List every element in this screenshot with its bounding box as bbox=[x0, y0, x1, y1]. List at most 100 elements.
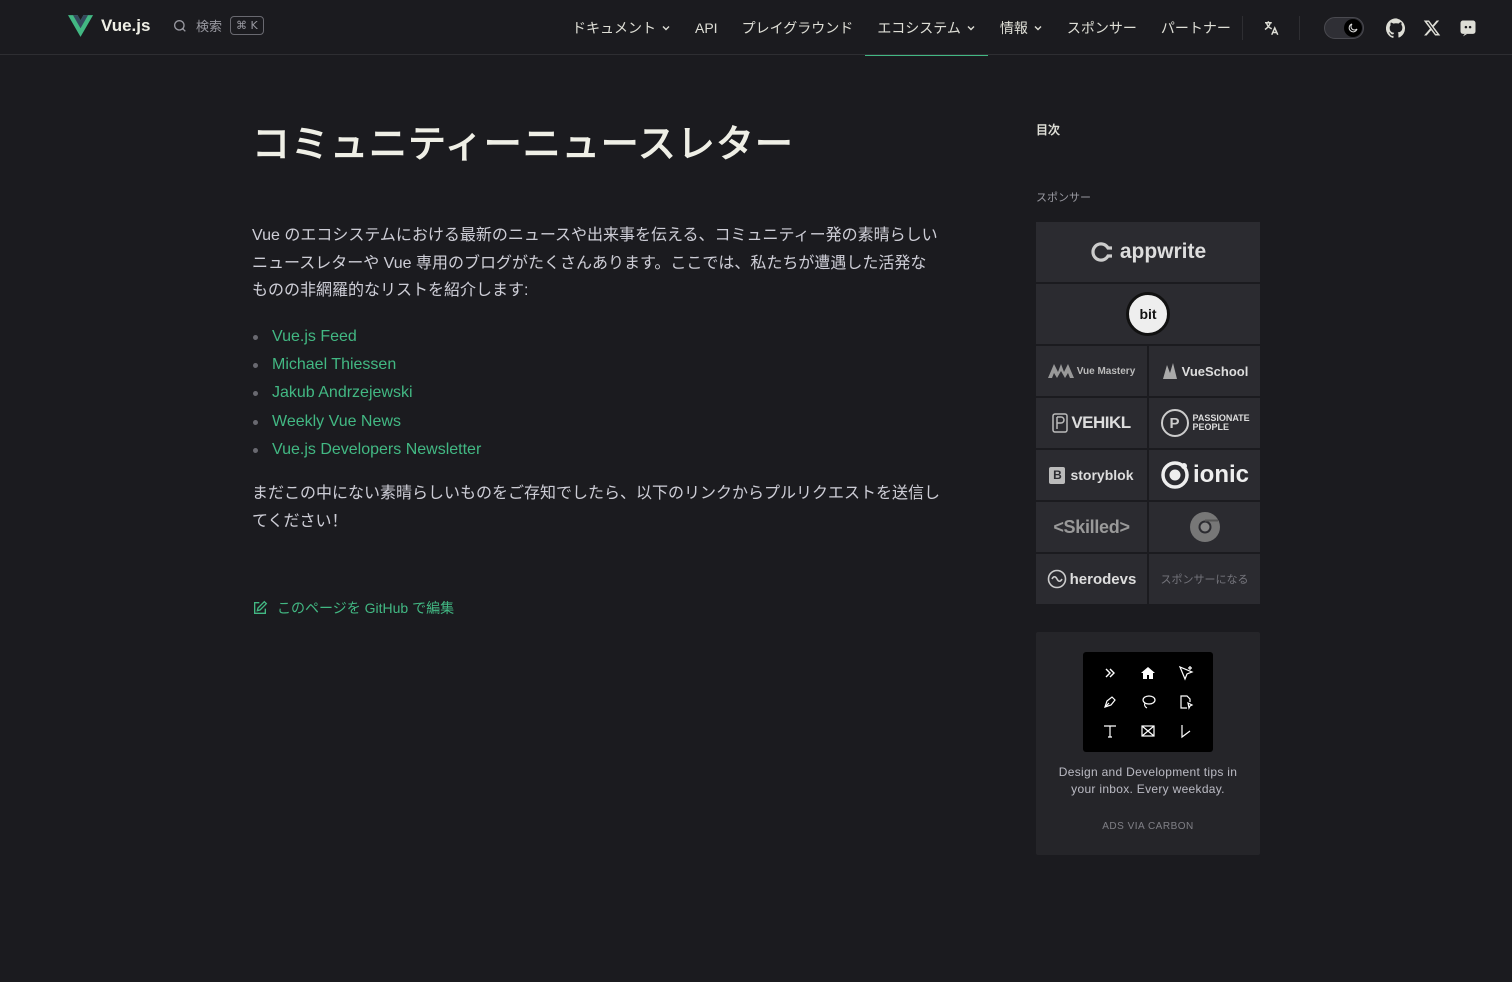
newsletter-list: Vue.js Feed Michael Thiessen Jakub Andrz… bbox=[252, 323, 942, 465]
nav-item-sponsor[interactable]: スポンサー bbox=[1055, 0, 1149, 55]
sponsor-label: herodevs bbox=[1069, 570, 1137, 588]
translate-icon bbox=[1264, 20, 1279, 35]
sponsor-label: VueSchool bbox=[1181, 363, 1249, 379]
nav-menu: ドキュメント API プレイグラウンド エコシステム 情報 スポンサー パートナ… bbox=[560, 0, 1243, 56]
chevrons-right-icon bbox=[1091, 658, 1129, 687]
discord-link[interactable] bbox=[1450, 10, 1486, 46]
chevron-down-icon bbox=[967, 25, 975, 30]
nav-item-docs[interactable]: ドキュメント bbox=[560, 0, 683, 55]
sponsor-skilled[interactable]: <Skilled> bbox=[1036, 502, 1147, 552]
sponsor-label: PASSIONATE PEOPLE bbox=[1192, 413, 1250, 432]
ionic-logo-icon bbox=[1161, 461, 1189, 489]
list-item: Michael Thiessen bbox=[252, 351, 942, 379]
appwrite-logo-icon bbox=[1091, 242, 1112, 262]
sponsor-label: appwrite bbox=[1119, 240, 1207, 263]
sponsor-chrome[interactable] bbox=[1149, 502, 1260, 552]
chevron-down-icon bbox=[662, 25, 670, 30]
toc-title: 目次 bbox=[1036, 123, 1061, 137]
sponsor-label: bit bbox=[1139, 306, 1157, 322]
list-item: Weekly Vue News bbox=[252, 408, 942, 436]
sponsor-vehikl[interactable]: VEHIKL bbox=[1036, 398, 1147, 448]
nav-divider bbox=[1242, 15, 1243, 40]
search-icon bbox=[174, 19, 186, 32]
nav-right-tools bbox=[1232, 0, 1486, 55]
angle-tool-icon bbox=[1167, 717, 1205, 746]
nav-item-label: スポンサー bbox=[1066, 19, 1137, 36]
edit-on-github-link[interactable]: このページを GitHub で編集 bbox=[252, 598, 942, 618]
sponsor-vue-mastery[interactable]: Vue Mastery bbox=[1036, 346, 1147, 396]
become-sponsor-label: スポンサーになる bbox=[1160, 574, 1249, 586]
sponsor-label: storyblok bbox=[1070, 467, 1134, 483]
vehikl-logo-icon bbox=[1052, 413, 1069, 433]
sponsor-passionate-people[interactable]: P PASSIONATE PEOPLE bbox=[1149, 398, 1260, 448]
lasso-icon bbox=[1129, 687, 1167, 716]
vue-logo-icon bbox=[68, 15, 93, 37]
nav-item-api[interactable]: API bbox=[683, 0, 730, 55]
link-vuejs-feed[interactable]: Vue.js Feed bbox=[272, 328, 357, 346]
translate-button[interactable] bbox=[1253, 10, 1289, 46]
become-sponsor-link[interactable]: スポンサーになる bbox=[1149, 554, 1260, 604]
top-nav: Vue.js 検索 ⌘ K ドキュメント API プレイグラウンド エコシステム… bbox=[0, 0, 1512, 56]
link-jakub-andrzejewski[interactable]: Jakub Andrzejewski bbox=[272, 384, 413, 402]
sponsor-herodevs[interactable]: herodevs bbox=[1036, 554, 1147, 604]
discord-icon bbox=[1460, 20, 1476, 36]
list-item: Vue.js Feed bbox=[252, 323, 942, 351]
sponsor-grid: appwrite bit Vue Mastery VueSchool VEHIK… bbox=[1036, 222, 1260, 604]
sponsor-bit[interactable]: bit bbox=[1036, 284, 1260, 344]
nav-item-label: エコシステム bbox=[877, 19, 961, 36]
github-link[interactable] bbox=[1378, 10, 1414, 46]
herodevs-logo-icon bbox=[1047, 569, 1066, 589]
nav-item-about[interactable]: 情報 bbox=[988, 0, 1055, 55]
nav-item-label: プレイグラウンド bbox=[741, 19, 854, 36]
nav-item-label: 情報 bbox=[999, 19, 1028, 36]
logo-text: Vue.js bbox=[101, 16, 151, 35]
nav-item-label: ドキュメント bbox=[572, 19, 656, 36]
ad-via-carbon[interactable]: ADS VIA CARBON bbox=[1036, 821, 1260, 832]
nav-item-label: パートナー bbox=[1160, 19, 1231, 36]
nav-divider bbox=[1299, 15, 1300, 40]
sponsor-ionic[interactable]: ionic bbox=[1149, 450, 1260, 500]
sponsor-label: Vue Mastery bbox=[1076, 365, 1136, 377]
nav-item-label: API bbox=[695, 19, 718, 36]
page-title: コミュニティーニュースレター bbox=[252, 124, 794, 166]
toggle-knob bbox=[1344, 18, 1362, 37]
outro-paragraph: まだこの中にない素晴らしいものをご存知でしたら、以下のリンクからプルリクエストを… bbox=[252, 485, 941, 531]
link-vuejs-developers-newsletter[interactable]: Vue.js Developers Newsletter bbox=[272, 441, 481, 459]
ad-text: Design and Development tips in your inbo… bbox=[1058, 765, 1238, 796]
link-michael-thiessen[interactable]: Michael Thiessen bbox=[272, 356, 396, 374]
nav-item-partners[interactable]: パートナー bbox=[1149, 0, 1243, 55]
link-weekly-vue-news[interactable]: Weekly Vue News bbox=[272, 413, 401, 431]
intro-paragraph: Vue のエコシステムにおける最新のニュースや出来事を伝える、コミュニティー発の… bbox=[252, 227, 938, 299]
sponsor-storyblok[interactable]: B storyblok bbox=[1036, 450, 1147, 500]
nav-item-ecosystem[interactable]: エコシステム bbox=[865, 0, 988, 56]
nav-item-playground[interactable]: プレイグラウンド bbox=[730, 0, 866, 55]
carbon-ad[interactable]: Design and Development tips in your inbo… bbox=[1036, 632, 1260, 855]
search-label: 検索 bbox=[196, 19, 223, 34]
sponsor-vue-school[interactable]: VueSchool bbox=[1149, 346, 1260, 396]
bit-logo: bit bbox=[1126, 292, 1170, 336]
sponsor-appwrite[interactable]: appwrite bbox=[1036, 222, 1260, 282]
edit-icon bbox=[254, 601, 268, 615]
search-shortcut: ⌘ K bbox=[230, 16, 264, 35]
right-aside: 目次 スポンサー appwrite bit Vue Mastery VueSch… bbox=[1036, 120, 1260, 855]
x-link[interactable] bbox=[1414, 10, 1450, 46]
ad-image bbox=[1083, 652, 1213, 752]
frame-icon bbox=[1129, 717, 1167, 746]
file-cursor-icon bbox=[1167, 687, 1205, 716]
pen-tool-icon bbox=[1091, 687, 1129, 716]
sponsor-label: <Skilled> bbox=[1053, 516, 1130, 537]
chevron-down-icon bbox=[1034, 25, 1042, 30]
sponsor-label: ionic bbox=[1192, 461, 1249, 488]
dark-mode-toggle[interactable] bbox=[1324, 16, 1364, 39]
list-item: Jakub Andrzejewski bbox=[252, 379, 942, 407]
sponsor-title: スポンサー bbox=[1036, 192, 1091, 204]
search-button[interactable]: 検索 ⌘ K bbox=[172, 16, 264, 35]
home-icon bbox=[1129, 658, 1167, 687]
storyblok-logo-icon: B bbox=[1049, 466, 1066, 484]
edit-link-label: このページを GitHub で編集 bbox=[277, 600, 455, 617]
x-icon bbox=[1423, 20, 1441, 35]
vue-school-logo-icon bbox=[1162, 363, 1177, 379]
list-item: Vue.js Developers Newsletter bbox=[252, 436, 942, 464]
site-logo[interactable]: Vue.js bbox=[68, 15, 150, 37]
text-tool-icon bbox=[1091, 717, 1129, 746]
